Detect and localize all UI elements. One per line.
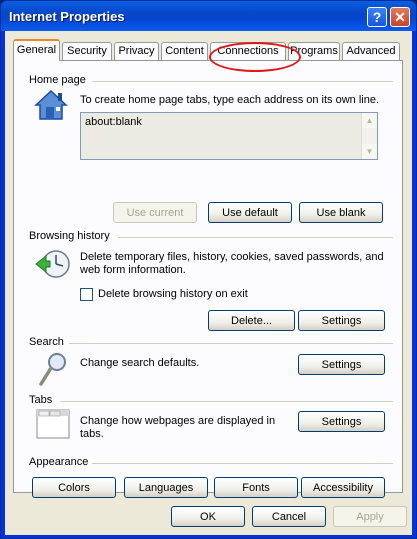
search-settings-button[interactable]: Settings: [298, 354, 385, 375]
home-page-value: about:blank: [85, 116, 142, 128]
delete-history-button[interactable]: Delete...: [208, 310, 295, 331]
colors-button[interactable]: Colors: [32, 477, 116, 498]
help-button[interactable]: ?: [367, 7, 387, 27]
title-bar[interactable]: Internet Properties ? ✕: [1, 1, 416, 31]
appearance-group-title: Appearance: [29, 456, 89, 468]
home-icon: [34, 89, 68, 120]
tabs-icon: [36, 409, 70, 439]
dialog-window: Internet Properties ? ✕ General Security…: [0, 0, 417, 539]
search-magnifier-icon: [39, 353, 66, 386]
tab-security[interactable]: Security: [62, 42, 112, 60]
tab-programs[interactable]: Programs: [288, 42, 340, 60]
cancel-button[interactable]: Cancel: [252, 506, 326, 527]
apply-button[interactable]: Apply: [333, 506, 407, 527]
browsing-history-description: Delete temporary files, history, cookies…: [80, 251, 384, 276]
tab-privacy[interactable]: Privacy: [114, 42, 159, 60]
delete-on-exit-checkbox[interactable]: [80, 288, 93, 301]
home-page-textarea[interactable]: about:blank ▲ ▼: [80, 112, 378, 160]
fonts-button[interactable]: Fonts: [214, 477, 298, 498]
tabs-divider: [60, 401, 393, 402]
use-default-button[interactable]: Use default: [208, 202, 292, 223]
tab-content[interactable]: Content: [161, 42, 208, 60]
browsing-history-group-title: Browsing history: [29, 230, 110, 242]
dialog-client-area: General Security Privacy Content Connect…: [5, 31, 412, 535]
tabs-settings-button[interactable]: Settings: [298, 411, 385, 432]
appearance-divider: [92, 463, 393, 464]
scroll-down-icon[interactable]: ▼: [362, 144, 377, 159]
languages-button[interactable]: Languages: [124, 477, 208, 498]
use-blank-button[interactable]: Use blank: [299, 202, 383, 223]
tab-advanced[interactable]: Advanced: [342, 42, 400, 60]
close-icon: ✕: [394, 8, 406, 25]
general-tab-panel: Home page To create home page tabs, type…: [13, 60, 403, 498]
use-current-button[interactable]: Use current: [113, 202, 197, 223]
accessibility-button[interactable]: Accessibility: [301, 477, 385, 498]
home-page-description: To create home page tabs, type each addr…: [80, 94, 380, 106]
tab-strip: General Security Privacy Content Connect…: [13, 39, 403, 72]
scroll-up-icon[interactable]: ▲: [362, 113, 377, 128]
delete-on-exit-label[interactable]: Delete browsing history on exit: [98, 288, 248, 301]
search-group-title: Search: [29, 336, 64, 348]
home-page-scrollbar[interactable]: ▲ ▼: [361, 113, 377, 159]
ok-button[interactable]: OK: [171, 506, 245, 527]
search-description: Change search defaults.: [80, 357, 200, 369]
home-page-group-title: Home page: [29, 74, 86, 86]
history-clock-icon: [35, 250, 70, 278]
tab-connections[interactable]: Connections: [210, 42, 286, 60]
tab-general[interactable]: General: [13, 39, 60, 61]
help-icon: ?: [372, 9, 382, 25]
tabs-description: Change how webpages are displayed in tab…: [80, 415, 276, 440]
browsing-history-divider: [118, 237, 393, 238]
history-settings-button[interactable]: Settings: [298, 310, 385, 331]
tabs-group-title: Tabs: [29, 394, 53, 406]
search-divider: [69, 343, 393, 344]
close-button[interactable]: ✕: [390, 7, 410, 27]
window-title: Internet Properties: [9, 9, 125, 24]
home-page-divider: [92, 81, 393, 82]
